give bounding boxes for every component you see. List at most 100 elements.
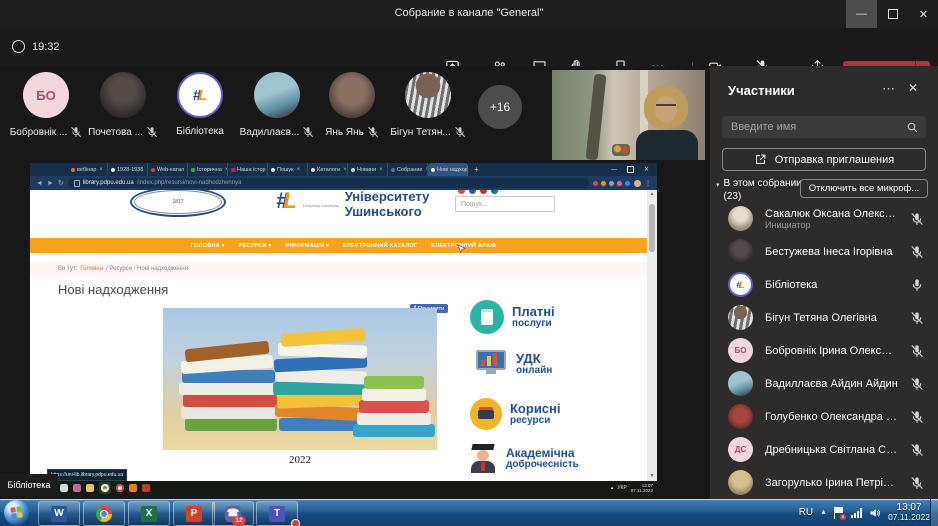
link-useful-resources[interactable]: Корисніресурси xyxy=(470,398,561,430)
participant-row[interactable]: Бігун Тетяна Олегівна xyxy=(710,301,938,334)
taskbar-chrome[interactable] xyxy=(83,501,125,526)
extension-icon[interactable] xyxy=(593,181,598,186)
url-omnibox[interactable]: library.pdpu.edu.ua /index.php/resursi/n… xyxy=(68,178,589,188)
nav-information[interactable]: ІНФОРМАЦІЯ xyxy=(285,243,329,249)
social-icon[interactable] xyxy=(480,190,487,194)
opera-icon[interactable] xyxy=(116,484,124,492)
forward-icon[interactable]: ► xyxy=(47,180,54,187)
mic-muted-icon[interactable] xyxy=(910,212,924,226)
send-invite-button[interactable]: Отправка приглашения xyxy=(722,148,926,171)
participant-row[interactable]: Голубенко Олександра Вікторі... xyxy=(710,400,938,433)
page-scrollbar-thumb[interactable] xyxy=(649,204,655,252)
social-icon[interactable] xyxy=(491,190,498,194)
taskbar-excel[interactable]: X xyxy=(128,501,170,526)
browser-minimize-icon[interactable]: — xyxy=(611,167,617,173)
participant-row[interactable]: Сакалюк Оксана ОлександрівнаИнициатор xyxy=(710,202,938,235)
hidden-icons-chevron[interactable]: ▲ xyxy=(820,509,827,516)
browser-close-icon[interactable]: ✕ xyxy=(644,166,649,173)
extension-icon[interactable] xyxy=(609,181,614,186)
minimize-button[interactable]: — xyxy=(846,0,877,28)
nav-home[interactable]: ГОЛОВНА xyxy=(191,243,225,249)
panel-more-icon[interactable]: ⋯ xyxy=(882,81,895,97)
participant-row[interactable]: Вадиллаєва Айдин Айдин xyxy=(710,367,938,400)
speaker-icon[interactable] xyxy=(869,507,881,519)
in-meeting-section[interactable]: ▾ В этом собрании(23) xyxy=(716,178,802,203)
participant-tile[interactable]: БО Бобровнік ... xyxy=(4,72,88,138)
mic-muted-icon[interactable] xyxy=(910,311,924,325)
participant-row[interactable]: ДС Дребницька Світлана Сергіївна xyxy=(710,433,938,466)
participant-row[interactable]: Бестужева Інеса Ігорівна xyxy=(710,235,938,268)
mic-on-icon[interactable] xyxy=(910,278,924,292)
browser-tab[interactable]: 1928-1938 xyxy=(108,163,148,176)
participant-row[interactable]: БО Бобровнік Ірина Олександрівна xyxy=(710,334,938,367)
browser-tab[interactable]: вебінар xyxy=(68,163,108,176)
tray-lang[interactable]: УКР xyxy=(617,485,626,491)
language-indicator[interactable]: RU xyxy=(799,507,813,518)
participant-search-input[interactable] xyxy=(722,116,926,138)
participant-tile[interactable]: Почетова ... xyxy=(81,72,165,138)
site-logo[interactable]: #L Ushynsky University УніверситетуУшинс… xyxy=(276,190,429,220)
taskbar-clock[interactable]: 13:0707.11.2022 xyxy=(888,502,930,523)
site-search-input[interactable]: Пошук... xyxy=(455,196,555,212)
mic-muted-icon[interactable] xyxy=(910,377,924,391)
participant-tile[interactable]: Бігун Тетян... xyxy=(386,72,470,138)
nav-ecatalog[interactable]: ЕЛЕКТРОННИЙ КАТАЛОГ xyxy=(343,243,417,249)
browser-tab-active[interactable]: Нові надход xyxy=(428,163,468,176)
extension-icons[interactable] xyxy=(593,181,630,186)
overflow-participants[interactable]: +16 xyxy=(478,85,522,129)
pdf-icon[interactable] xyxy=(142,484,150,492)
chrome-taskbar-icon[interactable] xyxy=(99,482,111,494)
participant-tile[interactable]: Вадиллаєв... xyxy=(235,72,319,138)
social-icons[interactable] xyxy=(458,190,498,194)
participant-row[interactable]: #L Бібліотека xyxy=(710,268,938,301)
mic-muted-icon[interactable] xyxy=(910,410,924,424)
extension-icon[interactable] xyxy=(617,181,622,186)
taskbar-word[interactable]: W xyxy=(38,501,80,526)
social-icon[interactable] xyxy=(458,190,465,194)
tray-chevron-icon[interactable]: ▴ xyxy=(611,485,614,491)
reload-icon[interactable]: ↻ xyxy=(58,179,64,187)
participant-row[interactable]: Загорулько Ірина Петрівна xyxy=(710,466,938,499)
people-icon[interactable] xyxy=(73,484,81,492)
browser-tab[interactable]: Собрание xyxy=(388,163,428,176)
screenshare-surface[interactable]: вебінар 1928-1938 Web-катал Історична На… xyxy=(30,163,657,495)
taskview-icon[interactable] xyxy=(60,484,68,492)
link-udc-online[interactable]: УДКонлайн xyxy=(474,350,552,378)
tray-clock[interactable]: 13:0707.11.2022 xyxy=(631,483,653,494)
participant-tile[interactable]: #L Бібліотека xyxy=(158,72,242,137)
show-desktop-button[interactable] xyxy=(930,499,938,526)
taskbar-powerpoint[interactable]: P xyxy=(173,501,215,526)
breadcrumb-home-link[interactable]: Головна xyxy=(80,266,103,272)
scroll-up-icon[interactable]: ▲ xyxy=(647,191,657,197)
maximize-button[interactable] xyxy=(877,0,908,28)
link-academic-integrity[interactable]: Академічнадоброчесність xyxy=(468,444,579,474)
start-button[interactable] xyxy=(4,500,29,525)
mic-muted-icon[interactable] xyxy=(910,476,924,490)
nav-resources[interactable]: РЕСУРСИ xyxy=(239,243,272,249)
scroll-down-icon[interactable]: ▼ xyxy=(647,473,657,479)
mic-muted-icon[interactable] xyxy=(910,245,924,259)
browser-tab[interactable]: Наша істор xyxy=(228,163,268,176)
taskbar-teams[interactable]: T xyxy=(256,501,298,526)
app-icon[interactable] xyxy=(129,484,137,492)
back-icon[interactable]: ◄ xyxy=(36,180,43,187)
new-tab-button[interactable]: + xyxy=(468,163,485,176)
webcam-video-tile[interactable] xyxy=(552,70,705,160)
link-paid-services[interactable]: Платніпослуги xyxy=(470,300,555,334)
close-button[interactable]: ✕ xyxy=(908,0,938,28)
browser-menu-icon[interactable]: ⋮ xyxy=(645,180,651,187)
action-center-flag-icon[interactable]: ✕ xyxy=(834,507,844,519)
browser-tab[interactable]: Пошук xyxy=(268,163,308,176)
extension-icon[interactable] xyxy=(601,181,606,186)
browser-tab[interactable]: Web-катал xyxy=(148,163,188,176)
profile-avatar[interactable] xyxy=(634,180,641,187)
panel-close-icon[interactable]: ✕ xyxy=(908,81,918,95)
browser-maximize-icon[interactable] xyxy=(627,166,634,173)
browser-tab[interactable]: Історична xyxy=(188,163,228,176)
participant-tile[interactable]: Янь Янь xyxy=(310,72,394,138)
social-icon[interactable] xyxy=(469,190,476,194)
browser-tab[interactable]: Новини xyxy=(348,163,388,176)
network-icon[interactable] xyxy=(851,508,862,518)
extension-icon[interactable] xyxy=(625,181,630,186)
folder-icon[interactable] xyxy=(86,484,94,492)
